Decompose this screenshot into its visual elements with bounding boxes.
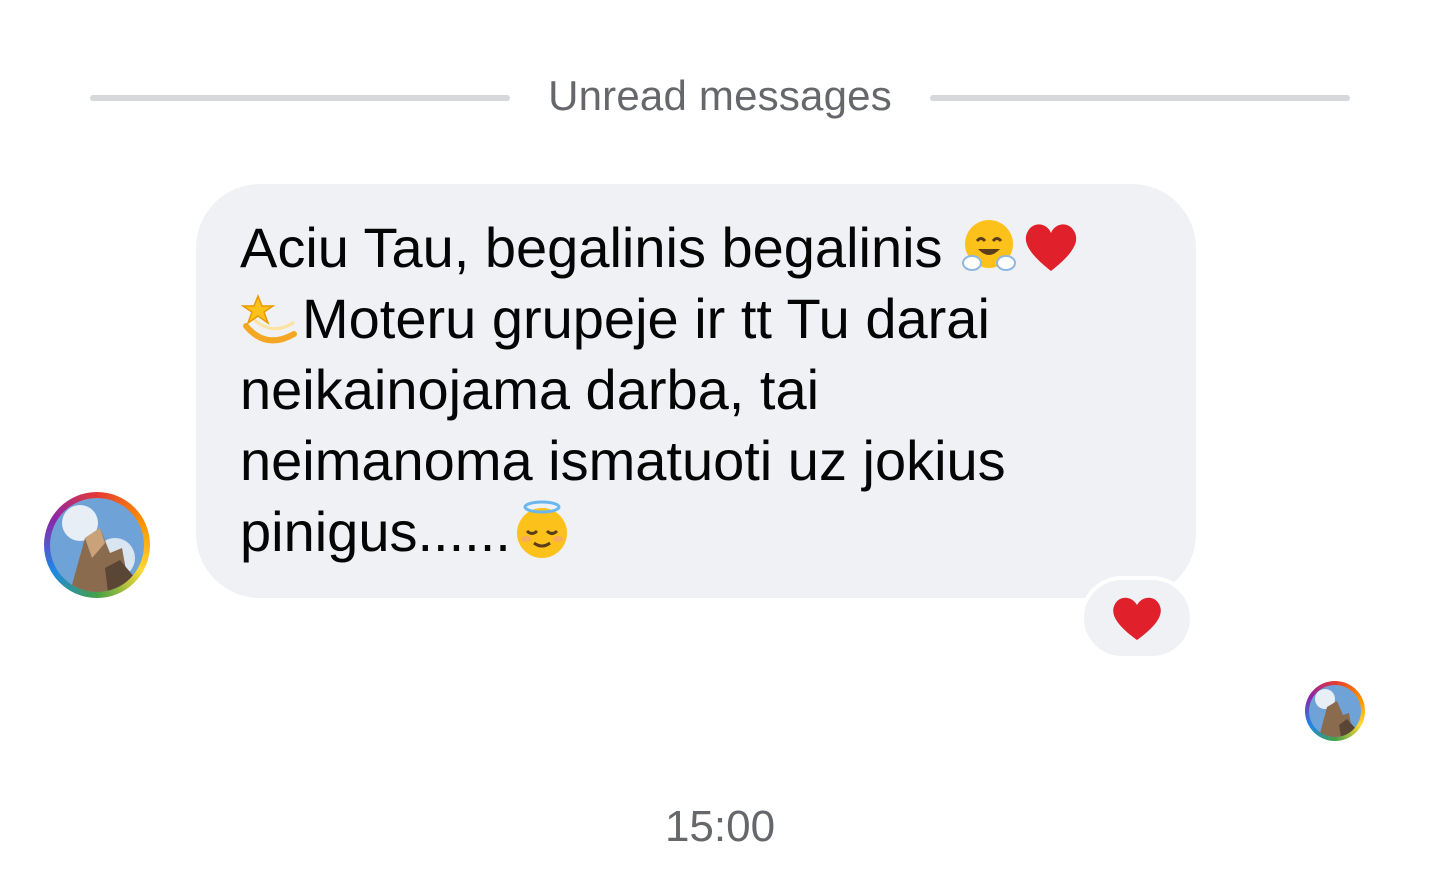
message-bubble[interactable]: Aciu Tau, begalinis begalinis Moteru gru… [196,184,1196,598]
hugging-face-emoji-icon [958,215,1020,277]
seen-avatar[interactable] [1305,681,1365,741]
sender-avatar[interactable] [44,492,150,598]
unread-divider: Unread messages [90,68,1350,128]
divider-line-left [90,95,510,101]
reaction-badge[interactable] [1080,576,1194,660]
timestamp: 15:00 [664,802,776,851]
divider-line-right [930,95,1350,101]
message-line: neimanoma ismatuoti uz jokius [240,429,1006,492]
red-heart-icon [1113,597,1161,640]
avatar-photo [50,498,144,592]
unread-label: Unread messages [548,72,892,119]
avatar-photo [1309,685,1361,737]
dizzy-star-emoji-icon [240,286,302,348]
message-line: neikainojama darba, tai [240,358,820,421]
red-heart-emoji-icon [1020,215,1082,277]
relieved-face-emoji-icon [511,499,573,561]
chat-view: Unread messages Aciu Tau, begalinis bega… [0,0,1440,873]
message-text: Aciu Tau, begalinis begalinis Moteru gru… [240,212,1156,567]
message-line: Moteru grupeje ir tt Tu darai [240,283,1156,354]
message-line: Aciu Tau, begalinis begalinis [240,212,1156,283]
message-line: pinigus...... [240,496,1156,567]
